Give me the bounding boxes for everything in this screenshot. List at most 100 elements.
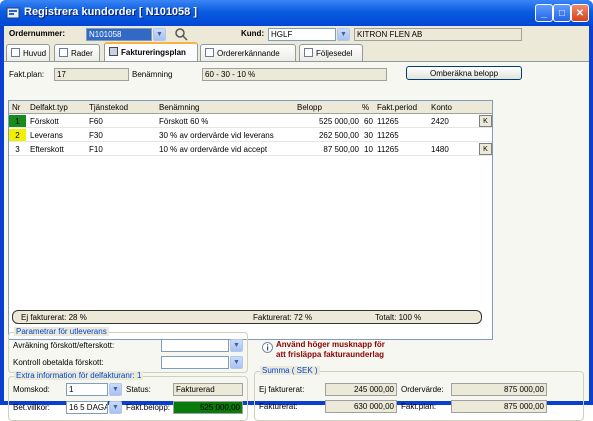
terms-dropdown-button[interactable]: ▼ [109,401,122,414]
row-number: 1 [9,115,26,127]
tab-panel: Fakt.plan: 17 Benämning 60 - 30 - 10 % O… [4,61,589,421]
row-code: F60 [89,117,103,126]
invoice-amount-label: Fakt.belopp: [126,403,171,412]
chevron-down-icon: ▼ [112,404,119,411]
chevron-down-icon: ▼ [233,342,240,349]
lookup-icon[interactable] [174,27,188,41]
extra-info-group: Extra information för delfakturanr: 1 Mo… [8,371,248,421]
tab-label: Rader [71,49,93,58]
vat-code-select[interactable]: 1 [66,383,108,396]
vat-dropdown-button[interactable]: ▼ [109,383,122,396]
row-percent: 10 [364,145,373,154]
row-description: 30 % av ordervärde vid leverans [159,131,274,140]
row-percent: 60 [364,117,373,126]
summary-group: Summa ( SEK ) Ej fakturerat: 245 000,00 … [254,366,584,421]
table-row[interactable]: 1 Förskott F60 Förskott 60 % 525 000,00 … [9,115,492,128]
row-code: F30 [89,131,103,140]
tab-foljesedel[interactable]: Följesedel [299,44,363,61]
recalculate-button[interactable]: Omberäkna belopp [406,66,522,80]
chevron-down-icon: ▼ [112,386,119,393]
unpaid-dropdown-button[interactable]: ▼ [230,356,243,369]
summary-invoiced-label: Fakturerat: [259,402,298,411]
account-lookup-button[interactable]: K [479,115,492,127]
chevron-down-icon: ▼ [233,359,240,366]
plan-field: 17 [54,68,129,81]
row-period: 11265 [377,145,399,154]
vat-code-label: Momskod: [13,385,50,394]
group-title: Extra information för delfakturanr: 1 [14,371,144,380]
customer-code-input[interactable]: HGLF [268,28,336,41]
total-percent: Totalt: 100 % [375,313,422,322]
invoiced-percent: Fakturerat: 72 % [253,313,313,322]
summary-not-invoiced-label: Ej fakturerat: [259,385,305,394]
row-number: 2 [9,129,26,141]
invoicing-status-bar: Ej fakturerat: 28 % Fakturerat: 72 % Tot… [12,310,482,324]
row-account: 1480 [431,145,449,154]
plan-name-label: Benämning [132,70,173,79]
row-number: 3 [15,145,20,154]
row-code: F10 [89,145,103,154]
row-account: 2420 [431,117,449,126]
minimize-button[interactable]: _ [535,4,553,22]
order-dropdown-button[interactable]: ▼ [153,28,166,41]
window-title: Registrera kundorder [ N101058 ] [24,6,198,18]
column-header[interactable]: Nr [12,103,20,112]
close-button[interactable]: ✕ [571,4,589,22]
column-header[interactable]: Konto [431,103,452,112]
invoice-plan-grid: Nr Delfakt.typ Tjänstekod Benämning Belo… [8,100,493,340]
advance-settlement-label: Avräkning förskott/efterskott: [13,341,115,350]
unpaid-check-select[interactable] [161,356,229,369]
unpaid-check-label: Kontroll obetalda förskott: [13,358,104,367]
close-icon: ✕ [575,7,585,19]
order-number-input[interactable]: N101058 [86,28,152,41]
column-header[interactable]: Belopp [297,103,322,112]
document-icon [304,48,313,57]
tab-ordererkannande[interactable]: Ordererkännande [200,44,296,61]
grid-header: Nr Delfakt.typ Tjänstekod Benämning Belo… [9,101,492,114]
tab-label: Faktureringsplan [121,48,186,57]
title-bar[interactable]: Registrera kundorder [ N101058 ] _ □ ✕ [0,0,593,26]
customer-name-field: KITRON FLEN AB [354,28,522,41]
customer-dropdown-button[interactable]: ▼ [337,28,350,41]
group-title: Summa ( SEK ) [260,366,320,375]
chevron-down-icon: ▼ [340,31,347,38]
tab-huvud[interactable]: Huvud [6,44,50,61]
row-amount: 87 500,00 [323,145,359,154]
tab-label: Huvud [23,49,47,58]
row-period: 11265 [377,131,399,140]
order-value-label: Ordervärde: [401,385,444,394]
document-icon [205,48,214,57]
advance-dropdown-button[interactable]: ▼ [230,339,243,352]
column-header[interactable]: Benämning [159,103,199,112]
delivery-params-group: Parametrar för utleverans Avräkning förs… [8,327,248,373]
column-header[interactable]: Delfakt.typ [30,103,68,112]
advance-settlement-select[interactable] [161,339,229,352]
column-header[interactable]: % [362,103,369,112]
minimize-icon: _ [541,7,547,19]
order-value-field: 875 000,00 [451,383,547,396]
column-header[interactable]: Tjänstekod [89,103,128,112]
column-header[interactable]: Fakt.period [377,103,417,112]
tab-label: Följesedel [316,49,353,58]
car-icon [109,47,118,56]
table-row[interactable]: 3 Efterskott F10 10 % av ordervärde vid … [9,143,492,156]
hint-line-2: att frisläppa fakturaunderlag [276,350,385,359]
order-number-label: Ordernummer: [9,29,66,38]
tab-rader[interactable]: Rader [54,44,100,61]
row-amount: 525 000,00 [318,117,359,126]
document-icon [11,48,20,57]
row-description: Förskott 60 % [159,117,209,126]
table-row[interactable]: 2 Leverans F30 30 % av ordervärde vid le… [9,129,492,142]
plan-name-field: 60 - 30 - 10 % [202,68,387,81]
tab-faktureringsplan[interactable]: Faktureringsplan [104,42,198,62]
payment-terms-select[interactable]: 16 5 DAGA [66,401,108,414]
maximize-button[interactable]: □ [553,4,571,22]
account-lookup-button[interactable]: K [479,143,492,155]
tab-label: Ordererkännande [217,49,280,58]
app-icon [6,7,20,19]
summary-plan-label: Fakt.plan: [401,402,437,411]
row-percent: 30 [364,131,373,140]
invoice-amount-field: 525 000,00 [173,401,243,414]
status-label: Status: [126,385,151,394]
summary-not-invoiced-field: 245 000,00 [325,383,397,396]
